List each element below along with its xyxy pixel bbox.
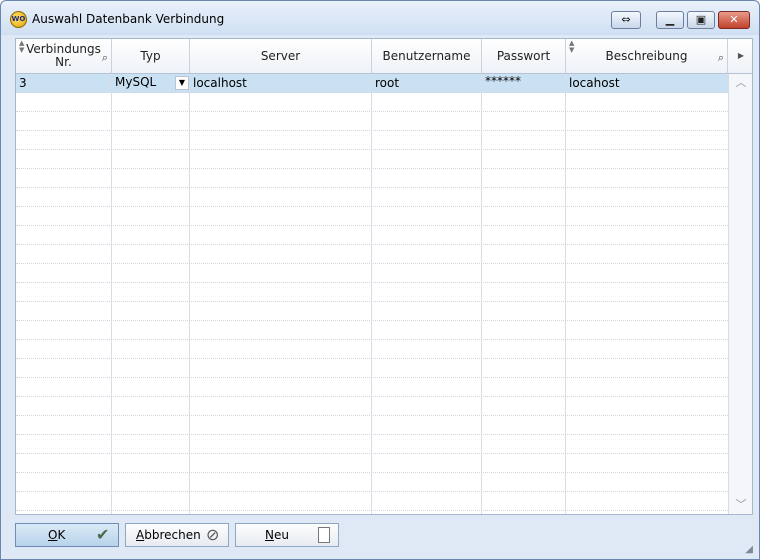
minimize-button[interactable]: ▁ (656, 11, 684, 29)
header-label: Server (260, 49, 301, 63)
table-row[interactable] (16, 150, 728, 169)
dialog-content: ▲ ▼ Verbindungs Nr. ⌕ Typ Server Benutzer… (7, 36, 753, 553)
table-row[interactable]: 3 MySQL ▼ localhost root ****** locahost (16, 74, 728, 93)
column-header-verbindungs-nr[interactable]: ▲ ▼ Verbindungs Nr. ⌕ (16, 39, 112, 74)
title-bar[interactable]: WO Auswahl Datenbank Verbindung ⇔ ▁ ▣ ✕ (1, 1, 759, 35)
maximize-icon: ▣ (695, 13, 707, 26)
column-chooser-arrow-icon[interactable]: ▶ (728, 39, 752, 74)
cell-passwort: ****** (485, 74, 521, 88)
new-label: eu (273, 528, 289, 542)
cancel-mnemonic: A (136, 528, 145, 542)
restore-layout-button[interactable]: ⇔ (611, 11, 641, 29)
table-row[interactable] (16, 131, 728, 150)
table-row[interactable] (16, 340, 728, 359)
table-row[interactable] (16, 283, 728, 302)
column-divider (371, 74, 372, 514)
column-divider (189, 74, 190, 514)
table-row[interactable] (16, 492, 728, 511)
header-label: Benutzername (382, 49, 471, 63)
header-label: Typ (140, 49, 161, 63)
column-header-server[interactable]: Server (190, 39, 372, 74)
vertical-scrollbar[interactable]: ︿ ﹀ (728, 74, 752, 514)
table-row[interactable] (16, 397, 728, 416)
cancel-button[interactable]: Abbrechen ⊘ (125, 523, 229, 547)
table-row[interactable] (16, 207, 728, 226)
cell-beschreibung: locahost (569, 76, 620, 90)
table-row[interactable] (16, 169, 728, 188)
no-entry-icon: ⊘ (206, 525, 220, 544)
blank-page-icon (318, 527, 330, 543)
scroll-up-icon[interactable]: ︿ (729, 74, 752, 92)
sort-arrows-icon: ▲ ▼ (19, 39, 25, 54)
table-row[interactable] (16, 473, 728, 492)
cell-nr: 3 (19, 76, 27, 90)
header-label: Passwort (496, 49, 551, 63)
grid-body: 3 MySQL ▼ localhost root ****** locahost (16, 74, 728, 514)
header-label-line1: Verbindungs (26, 42, 101, 56)
column-divider (565, 74, 566, 514)
table-row[interactable] (16, 302, 728, 321)
cancel-label: bbrechen (144, 528, 201, 542)
column-header-beschreibung[interactable]: ▲ ▼ Beschreibung ⌕ (566, 39, 728, 74)
table-row[interactable] (16, 264, 728, 283)
table-row[interactable] (16, 245, 728, 264)
column-divider (111, 74, 112, 514)
close-button[interactable]: ✕ (718, 11, 750, 29)
table-row[interactable] (16, 321, 728, 340)
table-row[interactable] (16, 226, 728, 245)
column-header-benutzername[interactable]: Benutzername (372, 39, 482, 74)
maximize-button[interactable]: ▣ (687, 11, 715, 29)
header-label: Beschreibung (605, 49, 688, 63)
checkmark-icon: ✔ (96, 525, 110, 544)
cell-typ[interactable]: MySQL (112, 74, 174, 93)
new-button[interactable]: Neu (235, 523, 339, 547)
column-header-passwort[interactable]: Passwort (482, 39, 566, 74)
new-mnemonic: N (265, 528, 274, 542)
column-divider (481, 74, 482, 514)
table-row[interactable] (16, 93, 728, 112)
dialog-window: WO Auswahl Datenbank Verbindung ⇔ ▁ ▣ ✕ … (0, 0, 760, 560)
window-title: Auswahl Datenbank Verbindung (32, 12, 225, 26)
sort-arrows-icon: ▲ ▼ (569, 39, 575, 54)
column-header-typ[interactable]: Typ (112, 39, 190, 74)
resize-grip-icon[interactable]: ◢ (745, 544, 753, 555)
table-row[interactable] (16, 454, 728, 473)
ok-button[interactable]: OK ✔ (15, 523, 119, 547)
double-arrow-icon: ⇔ (621, 13, 631, 26)
table-row[interactable] (16, 188, 728, 207)
cell-server: localhost (193, 76, 247, 90)
close-icon: ✕ (729, 13, 739, 26)
dropdown-arrow-icon[interactable]: ▼ (175, 76, 189, 90)
table-row[interactable] (16, 435, 728, 454)
table-row[interactable] (16, 112, 728, 131)
cell-benutzername: root (375, 76, 400, 90)
minimize-icon: ▁ (665, 13, 675, 26)
search-icon[interactable]: ⌕ (718, 51, 724, 65)
search-icon[interactable]: ⌕ (102, 51, 108, 65)
connection-grid[interactable]: ▲ ▼ Verbindungs Nr. ⌕ Typ Server Benutzer… (15, 38, 753, 515)
header-label-line2: Nr. (55, 55, 72, 69)
table-row[interactable] (16, 378, 728, 397)
app-logo-icon: WO (10, 11, 27, 28)
ok-label: K (57, 528, 66, 542)
table-row[interactable] (16, 359, 728, 378)
table-row[interactable] (16, 416, 728, 435)
scroll-down-icon[interactable]: ﹀ (729, 496, 752, 514)
